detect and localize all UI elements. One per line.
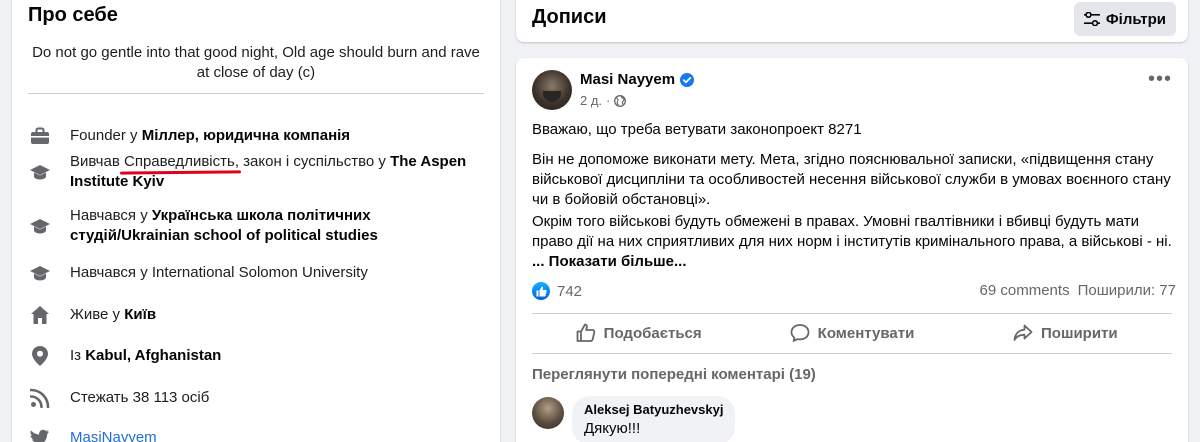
briefcase-icon xyxy=(28,126,52,146)
shares-count-link[interactable]: Поширили: 77 xyxy=(1078,282,1176,299)
filters-label: Фільтри xyxy=(1105,10,1166,28)
commenter-avatar[interactable] xyxy=(532,397,564,429)
about-card: Про себе Do not go gentle into that good… xyxy=(12,0,500,442)
work-prefix: Founder у xyxy=(70,127,142,144)
comment-text: Дякую!!! xyxy=(584,420,641,437)
like-button[interactable]: Подобається xyxy=(532,316,745,350)
meta-separator: · xyxy=(606,93,611,108)
post-stats: 69 comments Поширили: 77 xyxy=(980,282,1176,299)
author-avatar[interactable] xyxy=(532,70,572,110)
info-from: Із Kabul, Afghanistan xyxy=(28,346,484,366)
share-arrow-icon xyxy=(1013,323,1033,343)
twitter-icon xyxy=(28,428,52,442)
divider xyxy=(532,353,1172,354)
edu3-place-link[interactable]: International Solomon University xyxy=(152,264,368,281)
post-paragraph-3-text: Окрім того військові будуть обмежені в п… xyxy=(532,213,1172,250)
post-paragraph-1: Вважаю, що треба ветувати законопроект 8… xyxy=(532,121,862,138)
view-previous-comments-link[interactable]: Переглянути попередні коментарі (19) xyxy=(532,366,816,383)
rss-icon xyxy=(28,388,52,408)
filter-sliders-icon xyxy=(1083,12,1100,26)
edu1-underlined-word: Справедливість xyxy=(123,153,235,170)
post-author: Masi Nayyem xyxy=(580,71,695,88)
home-icon xyxy=(28,305,52,325)
info-work: Founder у Міллер, юридична компанія xyxy=(28,126,484,146)
info-followers: Стежать 38 113 осіб xyxy=(28,388,484,408)
share-label: Поширити xyxy=(1041,324,1118,342)
edu3-prefix: Навчався у xyxy=(70,264,152,281)
post-meta: 2 д. · xyxy=(580,93,627,108)
post-card: Masi Nayyem 2 д. · ••• Вважаю, що треба … xyxy=(516,58,1188,442)
info-twitter: MasiNayyem xyxy=(28,428,484,442)
post-time-link[interactable]: 2 д. xyxy=(580,93,602,108)
graduation-cap-icon xyxy=(28,216,52,236)
info-education-1: Вивчав Справедливість, закон і суспільст… xyxy=(28,152,484,192)
see-more-link[interactable]: ... Показати більше... xyxy=(532,253,687,270)
twitter-link[interactable]: MasiNayyem xyxy=(70,428,157,442)
bio-text: Do not go gentle into that good night, O… xyxy=(32,44,480,81)
edu1-prefix: Вивчав xyxy=(70,153,124,170)
posts-title: Дописи xyxy=(532,6,607,28)
lives-place-link[interactable]: Київ xyxy=(124,306,156,323)
from-place-link[interactable]: Kabul, Afghanistan xyxy=(85,347,221,364)
verified-badge-icon xyxy=(680,72,695,87)
graduation-cap-icon xyxy=(28,263,52,283)
commenter-name-link[interactable]: Aleksej Batyuzhevskyj xyxy=(584,402,723,417)
reactions-count: 742 xyxy=(557,282,583,300)
info-education-2: Навчався у Українська школа політичних с… xyxy=(28,206,484,246)
divider xyxy=(28,93,484,94)
filters-button[interactable]: Фільтри xyxy=(1073,2,1176,36)
posts-header-card: Дописи Фільтри xyxy=(516,0,1188,42)
location-pin-icon xyxy=(28,346,52,366)
from-prefix: Із xyxy=(70,347,86,364)
work-place-link[interactable]: Міллер, юридична компанія xyxy=(142,127,350,144)
graduation-cap-icon xyxy=(28,162,52,182)
post-actions: Подобається Коментувати Поширити xyxy=(532,316,1172,350)
comment-label: Коментувати xyxy=(817,324,915,342)
comment-bubble: Aleksej Batyuzhevskyj Дякую!!! xyxy=(572,396,736,442)
divider xyxy=(532,313,1172,314)
edu2-prefix: Навчався у xyxy=(70,207,152,224)
edu1-middle: , закон і суспільство у xyxy=(234,153,391,170)
post-paragraph-3: Окрім того військові будуть обмежені в п… xyxy=(532,212,1172,272)
about-title: Про себе xyxy=(28,4,118,26)
share-button[interactable]: Поширити xyxy=(959,316,1172,350)
comments-count-link[interactable]: 69 comments xyxy=(980,282,1070,299)
lives-prefix: Живе у xyxy=(70,306,125,323)
info-lives: Живе у Київ xyxy=(28,305,484,325)
thumbs-up-icon xyxy=(576,323,596,343)
post-paragraph-2: Він не допоможе виконати мету. Мета, згі… xyxy=(532,151,1171,208)
author-name-link[interactable]: Masi Nayyem xyxy=(580,71,675,88)
reactions-summary[interactable]: 742 xyxy=(532,282,582,300)
info-education-3: Навчався у International Solomon Univers… xyxy=(28,263,484,283)
comment-bubble-icon xyxy=(790,323,810,343)
comment-button[interactable]: Коментувати xyxy=(745,316,958,350)
followers-text[interactable]: Стежать 38 113 осіб xyxy=(70,388,209,408)
like-label: Подобається xyxy=(603,324,702,342)
public-globe-icon xyxy=(614,94,627,107)
like-reaction-icon xyxy=(532,282,550,300)
post-options-icon[interactable]: ••• xyxy=(1148,69,1172,89)
